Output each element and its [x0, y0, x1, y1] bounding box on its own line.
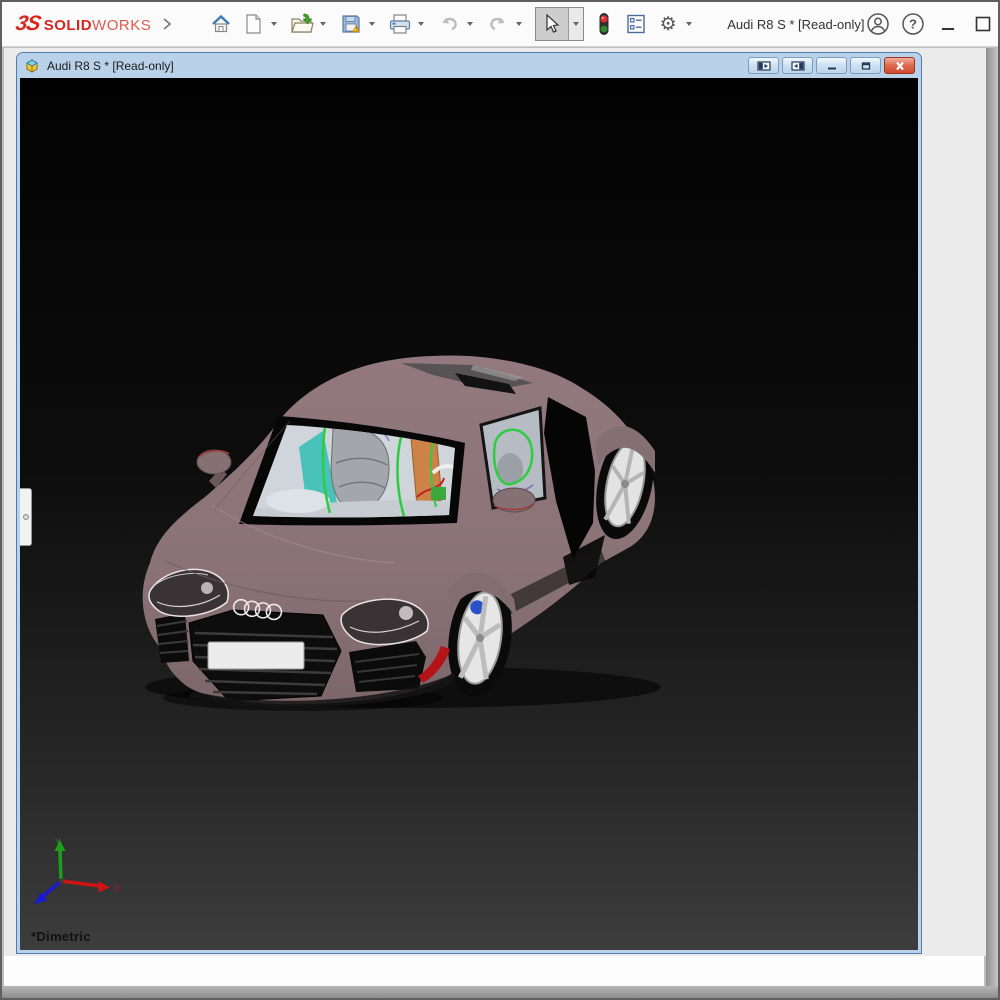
document-window-controls	[748, 57, 915, 74]
maximize-icon	[972, 13, 994, 35]
doc-close-button[interactable]	[884, 57, 915, 74]
license-plate	[208, 642, 304, 669]
open-folder-icon	[290, 13, 314, 35]
graphics-viewport[interactable]: Y X *Dimetric	[20, 78, 918, 950]
settings-button[interactable]: ⚙	[653, 7, 683, 41]
app-title: Audi R8 S * [Read-only]	[727, 17, 864, 32]
main-toolbar: 3S SOLID WORKS	[2, 2, 998, 47]
logo-solid: SOLID	[44, 17, 92, 34]
doc-restore-icon	[859, 61, 873, 71]
minimize-icon	[937, 13, 959, 35]
select-cursor-icon	[543, 14, 561, 34]
open-document-button[interactable]	[287, 7, 317, 41]
redo-icon	[487, 13, 509, 35]
select-tool-dropdown[interactable]	[568, 8, 583, 40]
orientation-triad: Y X	[26, 836, 126, 928]
triad-y-label: Y	[55, 837, 61, 847]
new-document-dropdown[interactable]	[271, 22, 277, 26]
save-dropdown[interactable]	[369, 22, 375, 26]
document-title: Audi R8 S * [Read-only]	[47, 59, 174, 73]
doc-minimize-icon	[825, 61, 839, 71]
mdi-client-area: Audi R8 S * [Read-only]	[4, 48, 988, 956]
window-controls: ?	[865, 11, 1000, 37]
select-tool-group	[535, 7, 584, 41]
feature-list-button[interactable]	[621, 7, 651, 41]
feature-tab-handle-icon	[23, 514, 29, 520]
redo-button[interactable]	[483, 7, 513, 41]
help-icon: ?	[901, 12, 925, 36]
svg-text:!: !	[356, 27, 358, 33]
window-bottom-frame	[2, 986, 998, 998]
svg-text:?: ?	[909, 17, 917, 32]
doc-tile-left-button[interactable]	[748, 57, 779, 74]
document-window: Audi R8 S * [Read-only]	[16, 52, 922, 954]
application-window: 3S SOLID WORKS	[0, 0, 1000, 1000]
open-document-dropdown[interactable]	[320, 22, 326, 26]
feature-list-icon	[625, 13, 647, 35]
maximize-button[interactable]	[970, 11, 996, 37]
car-model-audi-r8[interactable]	[133, 349, 693, 729]
part-document-icon	[23, 58, 41, 74]
window-right-frame	[986, 48, 998, 986]
redo-dropdown[interactable]	[516, 22, 522, 26]
doc-tile-right-button[interactable]	[782, 57, 813, 74]
account-icon	[866, 12, 890, 36]
doc-minimize-button[interactable]	[816, 57, 847, 74]
solidworks-logo: 3S SOLID WORKS	[16, 12, 151, 36]
rebuild-button[interactable]	[589, 7, 619, 41]
minimize-button[interactable]	[935, 11, 961, 37]
undo-button[interactable]	[434, 7, 464, 41]
doc-restore-button[interactable]	[850, 57, 881, 74]
feature-manager-collapsed-tab[interactable]	[20, 488, 32, 546]
account-button[interactable]	[865, 11, 891, 37]
undo-dropdown[interactable]	[467, 22, 473, 26]
settings-dropdown[interactable]	[686, 22, 692, 26]
view-orientation-label: *Dimetric	[31, 929, 91, 944]
home-button[interactable]	[206, 7, 236, 41]
triad-x-label: X	[114, 883, 120, 893]
select-tool-button[interactable]	[536, 8, 568, 40]
logo-works: WORKS	[92, 17, 151, 34]
tile-right-pane-icon	[791, 61, 805, 71]
save-icon: !	[340, 13, 363, 35]
toolbar-expander-arrow-icon[interactable]	[152, 7, 182, 41]
new-document-icon	[243, 13, 263, 35]
logo-3ds-mark: 3S	[13, 12, 42, 36]
gear-icon: ⚙	[660, 15, 677, 34]
undo-icon	[438, 13, 460, 35]
traffic-light-icon	[597, 12, 611, 36]
status-bar	[4, 956, 984, 988]
home-icon	[210, 13, 232, 35]
document-titlebar[interactable]: Audi R8 S * [Read-only]	[17, 53, 921, 78]
print-button[interactable]	[385, 7, 415, 41]
save-button[interactable]: !	[336, 7, 366, 41]
help-button[interactable]: ?	[900, 11, 926, 37]
new-document-button[interactable]	[238, 7, 268, 41]
doc-close-icon	[893, 61, 907, 71]
tile-left-pane-icon	[757, 61, 771, 71]
print-dropdown[interactable]	[418, 22, 424, 26]
print-icon	[388, 13, 412, 35]
